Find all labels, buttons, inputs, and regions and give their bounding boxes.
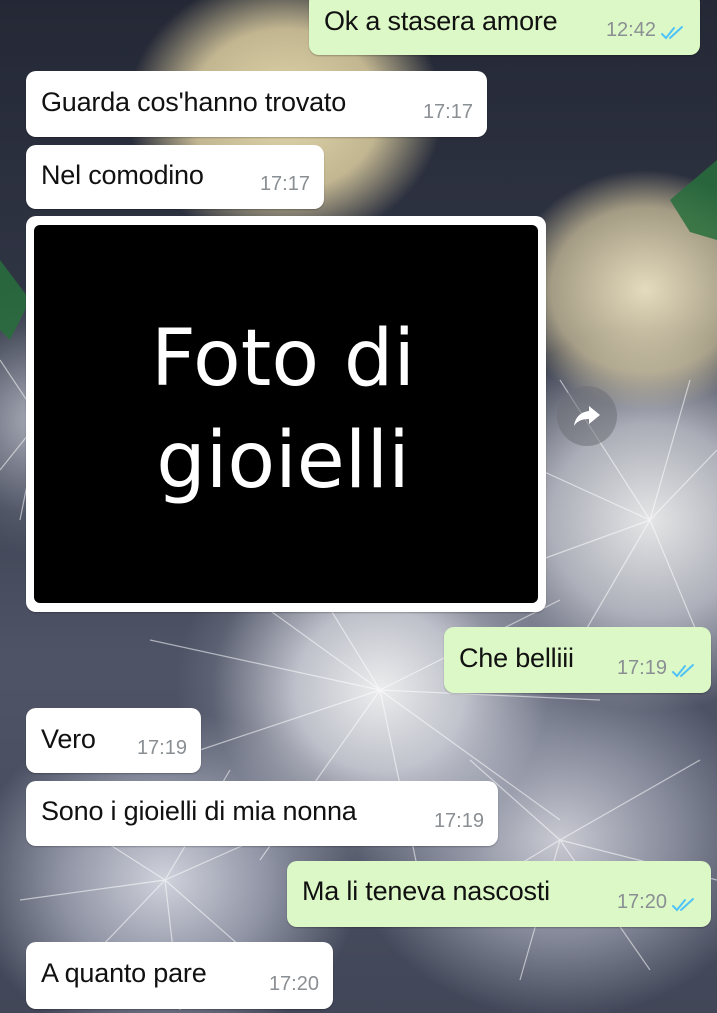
message-text: Vero bbox=[41, 724, 96, 754]
message-text: Nel comodino bbox=[41, 160, 204, 190]
message-text: A quanto pare bbox=[41, 958, 207, 988]
message-timestamp: 17:20 bbox=[268, 973, 319, 995]
message-bubble-incoming[interactable]: Sono i gioielli di mia nonna 17:19 bbox=[26, 781, 498, 846]
jewelry-photo[interactable]: Foto di gioielli bbox=[34, 225, 538, 603]
message-text: Guarda cos'hanno trovato bbox=[41, 87, 347, 117]
message-timestamp: 17:17 bbox=[422, 101, 473, 123]
forward-arrow-icon bbox=[574, 406, 600, 426]
message-bubble-incoming[interactable]: Guarda cos'hanno trovato 17:17 bbox=[26, 71, 487, 137]
message-timestamp: 12:42 bbox=[605, 19, 656, 41]
double-check-icon bbox=[672, 898, 694, 912]
message-bubble-incoming[interactable]: Nel comodino 17:17 bbox=[26, 145, 324, 209]
message-text: Che belliii bbox=[459, 643, 574, 673]
chat-conversation[interactable]: Ok a stasera amore 12:42 Guarda cos'hann… bbox=[0, 0, 717, 1013]
message-text: Sono i gioielli di mia nonna bbox=[41, 796, 357, 826]
photo-message[interactable]: Foto di gioielli bbox=[26, 216, 546, 612]
photo-caption: Foto di gioielli bbox=[150, 314, 416, 506]
message-timestamp: 17:19 bbox=[433, 810, 484, 832]
double-check-icon bbox=[672, 664, 694, 678]
message-bubble-incoming[interactable]: Vero 17:19 bbox=[26, 708, 201, 773]
message-bubble-outgoing[interactable]: Che belliii 17:19 bbox=[444, 627, 711, 693]
message-bubble-outgoing[interactable]: Ma li teneva nascosti 17:20 bbox=[287, 861, 711, 927]
double-check-icon bbox=[661, 26, 683, 40]
forward-button[interactable] bbox=[557, 386, 617, 446]
message-timestamp: 17:19 bbox=[616, 657, 667, 679]
message-timestamp: 17:19 bbox=[136, 737, 187, 759]
message-text: Ok a stasera amore bbox=[324, 6, 558, 36]
message-text: Ma li teneva nascosti bbox=[302, 876, 550, 906]
message-bubble-outgoing[interactable]: Ok a stasera amore 12:42 bbox=[309, 0, 700, 55]
message-timestamp: 17:20 bbox=[616, 891, 667, 913]
message-bubble-incoming[interactable]: A quanto pare 17:20 bbox=[26, 942, 333, 1009]
message-timestamp: 17:17 bbox=[259, 173, 310, 195]
